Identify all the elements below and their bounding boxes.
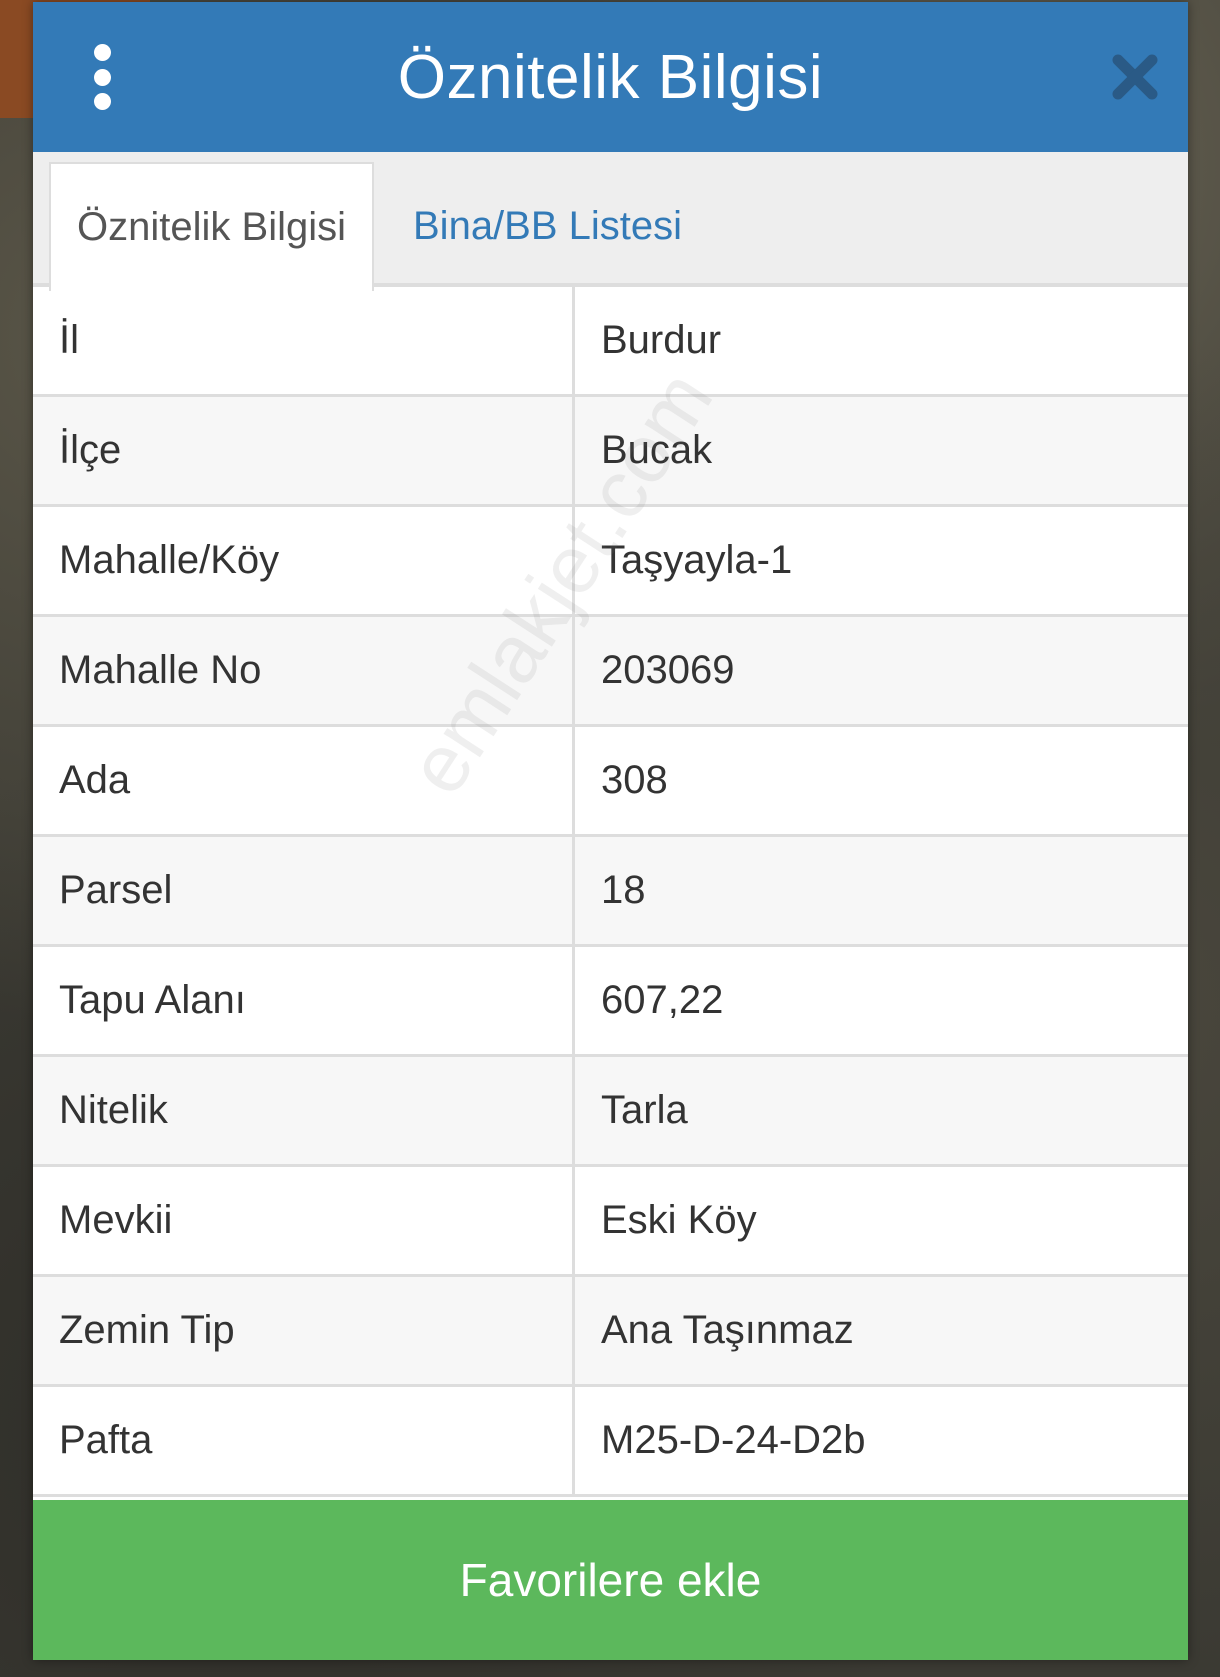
table-row: Ada 308	[33, 727, 1188, 837]
attribute-value: Ana Taşınmaz	[601, 1308, 854, 1352]
attribute-value: 607,22	[601, 978, 724, 1022]
table-row: Mahalle No 203069	[33, 617, 1188, 727]
attribute-info-dialog: Öznitelik Bilgisi Öznitelik Bilgisi Bina…	[33, 2, 1188, 1660]
attribute-value: Eski Köy	[601, 1198, 757, 1242]
table-row: Tapu Alanı 607,22	[33, 947, 1188, 1057]
attribute-key: Mahalle/Köy	[33, 507, 575, 614]
table-row: Mevkii Eski Köy	[33, 1167, 1188, 1277]
attribute-value: Burdur	[601, 318, 722, 362]
attribute-value: 18	[601, 868, 646, 912]
dialog-title: Öznitelik Bilgisi	[397, 42, 824, 112]
attribute-key: İlçe	[33, 397, 575, 504]
attribute-value: Tarla	[601, 1088, 688, 1132]
add-to-favorites-button[interactable]: Favorilere ekle	[33, 1500, 1188, 1660]
menu-dot	[93, 93, 111, 110]
table-row: Pafta M25-D-24-D2b	[33, 1387, 1188, 1497]
table-row: Mahalle/Köy Taşyayla-1	[33, 507, 1188, 617]
table-row: Zemin Tip Ana Taşınmaz	[33, 1277, 1188, 1387]
attribute-key: İl	[33, 287, 575, 394]
close-icon[interactable]	[1110, 52, 1160, 102]
vertical-dots-icon[interactable]	[85, 44, 119, 110]
table-row: Parsel 18	[33, 837, 1188, 947]
attribute-key: Mevkii	[33, 1167, 575, 1274]
tab-bar: Öznitelik Bilgisi Bina/BB Listesi	[33, 152, 1188, 291]
attribute-value: 203069	[601, 648, 735, 692]
attribute-value: Bucak	[601, 428, 713, 472]
table-row: İl Burdur	[33, 287, 1188, 397]
menu-dot	[93, 44, 111, 61]
tab-building-list[interactable]: Bina/BB Listesi	[409, 162, 682, 291]
attribute-value: 308	[601, 758, 668, 802]
attribute-key: Mahalle No	[33, 617, 575, 724]
attribute-key: Parsel	[33, 837, 575, 944]
attribute-key: Tapu Alanı	[33, 947, 575, 1054]
dialog-header: Öznitelik Bilgisi	[33, 2, 1188, 152]
attribute-key: Zemin Tip	[33, 1277, 575, 1384]
attribute-key: Ada	[33, 727, 575, 834]
menu-dot	[93, 68, 111, 86]
table-row: Nitelik Tarla	[33, 1057, 1188, 1167]
attribute-key: Nitelik	[33, 1057, 575, 1164]
tab-attribute-info[interactable]: Öznitelik Bilgisi	[49, 162, 374, 291]
attribute-value: M25-D-24-D2b	[601, 1418, 866, 1462]
table-row: İlçe Bucak	[33, 397, 1188, 507]
attribute-key: Pafta	[33, 1387, 575, 1494]
attribute-table: İl Burdur İlçe Bucak Mahalle/Köy Taşyayla-1 Ma…	[33, 287, 1188, 1500]
attribute-value: Taşyayla-1	[601, 538, 793, 582]
